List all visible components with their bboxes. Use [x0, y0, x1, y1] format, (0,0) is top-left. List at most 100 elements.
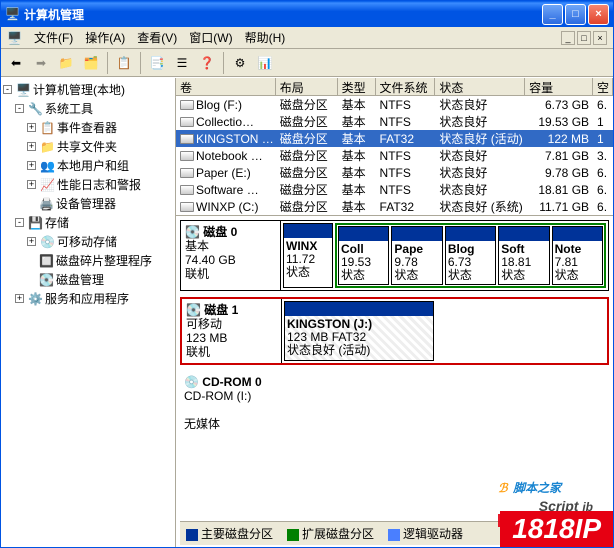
badge: 1818IP: [500, 511, 613, 547]
list-row[interactable]: Software …磁盘分区基本NTFS状态良好18.81 GB6.: [176, 181, 613, 198]
drive-icon: [180, 100, 194, 110]
vol-kingston[interactable]: KINGSTON (J:)123 MB FAT32状态良好 (活动): [284, 301, 434, 361]
col-fs[interactable]: 文件系统: [376, 78, 436, 95]
maximize-button[interactable]: □: [565, 4, 586, 25]
list-header: 卷 布局 类型 文件系统 状态 容量 空: [176, 78, 613, 96]
tree-shared-folders[interactable]: +📁共享文件夹: [3, 137, 173, 156]
expand-icon[interactable]: +: [27, 123, 36, 132]
disk-1[interactable]: 💽 磁盘 1 可移动 123 MB 联机 KINGSTON (J:)123 MB…: [180, 297, 609, 365]
menu-action[interactable]: 操作(A): [85, 29, 125, 46]
cd-rom-0[interactable]: 💿 CD-ROM 0 CD-ROM (I:) 无媒体: [180, 371, 609, 435]
cdrom-icon: 💿: [184, 375, 199, 389]
window: 🖥️ 计算机管理 _ □ × 🖥️ 文件(F) 操作(A) 查看(V) 窗口(W…: [0, 0, 614, 548]
properties-button[interactable]: 📑: [146, 52, 168, 74]
cdrom-info: 💿 CD-ROM 0 CD-ROM (I:) 无媒体: [180, 371, 280, 435]
mdi-restore[interactable]: □: [577, 31, 591, 45]
disk-0-volumes: WINX11.72状态 Coll19.53状态 Pape9.78状态 Blog6…: [281, 221, 608, 290]
disk-icon: 💽: [186, 303, 201, 317]
disk-0[interactable]: 💽 磁盘 0 基本 74.40 GB 联机 WINX11.72状态 Coll19…: [180, 220, 609, 291]
tree-services[interactable]: +⚙️服务和应用程序: [3, 289, 173, 308]
col-capacity[interactable]: 容量: [525, 78, 593, 95]
drive-icon: [180, 134, 194, 144]
up-button[interactable]: 📁: [55, 52, 77, 74]
tree-system-tools[interactable]: -🔧系统工具: [3, 99, 173, 118]
tree-removable-storage[interactable]: +💿可移动存储: [3, 232, 173, 251]
menu-file[interactable]: 文件(F): [34, 29, 73, 46]
mdi-controls: _ □ ×: [561, 31, 607, 45]
expand-icon[interactable]: +: [15, 294, 24, 303]
tree-event-viewer[interactable]: +📋事件查看器: [3, 118, 173, 137]
window-title: 计算机管理: [20, 6, 540, 23]
expand-icon[interactable]: +: [27, 161, 36, 170]
show-hide-tree-button[interactable]: 🗂️: [80, 52, 102, 74]
tree-disk-management[interactable]: 💽磁盘管理: [3, 270, 173, 289]
separator: [140, 52, 141, 74]
drive-icon: [180, 185, 194, 195]
back-button[interactable]: ⬅: [5, 52, 27, 74]
vol-paper[interactable]: Pape9.78状态: [391, 226, 442, 285]
disk-map[interactable]: 💽 磁盘 0 基本 74.40 GB 联机 WINX11.72状态 Coll19…: [176, 216, 613, 547]
legend-logical-swatch: [388, 529, 400, 541]
vol-soft[interactable]: Soft18.81状态: [498, 226, 549, 285]
collapse-icon[interactable]: -: [3, 85, 12, 94]
titlebar[interactable]: 🖥️ 计算机管理 _ □ ×: [1, 1, 613, 27]
menu-view[interactable]: 查看(V): [137, 29, 177, 46]
col-layout[interactable]: 布局: [276, 78, 338, 95]
volume-list[interactable]: 卷 布局 类型 文件系统 状态 容量 空 Blog (F:)磁盘分区基本NTFS…: [176, 78, 613, 216]
menu-help[interactable]: 帮助(H): [245, 29, 286, 46]
disk-icon: 💽: [185, 225, 200, 239]
settings-button[interactable]: ⚙: [229, 52, 251, 74]
minimize-button[interactable]: _: [542, 4, 563, 25]
expand-icon[interactable]: +: [27, 180, 36, 189]
list-row[interactable]: Blog (F:)磁盘分区基本NTFS状态良好6.73 GB6.: [176, 96, 613, 113]
list-row[interactable]: KINGSTON …磁盘分区基本FAT32状态良好 (活动)122 MB1: [176, 130, 613, 147]
tree-panel[interactable]: -🖥️计算机管理(本地) -🔧系统工具 +📋事件查看器 +📁共享文件夹 +👥本地…: [1, 78, 176, 547]
wizard-button[interactable]: 📊: [254, 52, 276, 74]
tree-local-users[interactable]: +👥本地用户和组: [3, 156, 173, 175]
forward-button[interactable]: ➡: [30, 52, 52, 74]
tree-device-manager[interactable]: 🖨️设备管理器: [3, 194, 173, 213]
menu-window[interactable]: 窗口(W): [189, 29, 232, 46]
disk-1-volumes: KINGSTON (J:)123 MB FAT32状态良好 (活动): [282, 299, 607, 363]
close-button[interactable]: ×: [588, 4, 609, 25]
content-area: -🖥️计算机管理(本地) -🔧系统工具 +📋事件查看器 +📁共享文件夹 +👥本地…: [1, 77, 613, 547]
help-button[interactable]: ❓: [196, 52, 218, 74]
expand-icon[interactable]: +: [27, 237, 36, 246]
refresh-button[interactable]: 📋: [113, 52, 135, 74]
vol-coll[interactable]: Coll19.53状态: [338, 226, 389, 285]
col-status[interactable]: 状态: [435, 78, 525, 95]
mdi-close[interactable]: ×: [593, 31, 607, 45]
list-view-button[interactable]: ☰: [171, 52, 193, 74]
app-icon: 🖥️: [5, 7, 20, 21]
disk-1-info: 💽 磁盘 1 可移动 123 MB 联机: [182, 299, 282, 363]
collapse-icon[interactable]: -: [15, 218, 24, 227]
vol-note[interactable]: Note7.81状态: [552, 226, 603, 285]
right-panel: 卷 布局 类型 文件系统 状态 容量 空 Blog (F:)磁盘分区基本NTFS…: [176, 78, 613, 547]
list-row[interactable]: Paper (E:)磁盘分区基本NTFS状态良好9.78 GB6.: [176, 164, 613, 181]
mdi-minimize[interactable]: _: [561, 31, 575, 45]
tree-defrag[interactable]: 🔲磁盘碎片整理程序: [3, 251, 173, 270]
drive-icon: [180, 202, 194, 212]
col-free[interactable]: 空: [593, 78, 613, 95]
tree-performance[interactable]: +📈性能日志和警报: [3, 175, 173, 194]
vol-blog[interactable]: Blog6.73状态: [445, 226, 496, 285]
expand-icon[interactable]: +: [27, 142, 36, 151]
col-type[interactable]: 类型: [338, 78, 376, 95]
list-row[interactable]: Collectio…磁盘分区基本NTFS状态良好19.53 GB1: [176, 113, 613, 130]
list-body: Blog (F:)磁盘分区基本NTFS状态良好6.73 GB6.Collecti…: [176, 96, 613, 215]
list-row[interactable]: Notebook …磁盘分区基本NTFS状态良好7.81 GB3.: [176, 147, 613, 164]
drive-icon: [180, 117, 194, 127]
list-row[interactable]: WINXP (C:)磁盘分区基本FAT32状态良好 (系统)11.71 GB6.: [176, 198, 613, 215]
tree-storage[interactable]: -💾存储: [3, 213, 173, 232]
toolbar: ⬅ ➡ 📁 🗂️ 📋 📑 ☰ ❓ ⚙ 📊: [1, 49, 613, 77]
extended-partition: Coll19.53状态 Pape9.78状态 Blog6.73状态 Soft18…: [335, 223, 606, 288]
separator: [223, 52, 224, 74]
separator: [107, 52, 108, 74]
vol-header: [284, 224, 332, 238]
tree-root[interactable]: -🖥️计算机管理(本地): [3, 80, 173, 99]
collapse-icon[interactable]: -: [15, 104, 24, 113]
col-volume[interactable]: 卷: [176, 78, 276, 95]
vol-winxp[interactable]: WINX11.72状态: [283, 223, 333, 288]
drive-icon: [180, 151, 194, 161]
app-icon-small: 🖥️: [7, 31, 22, 45]
